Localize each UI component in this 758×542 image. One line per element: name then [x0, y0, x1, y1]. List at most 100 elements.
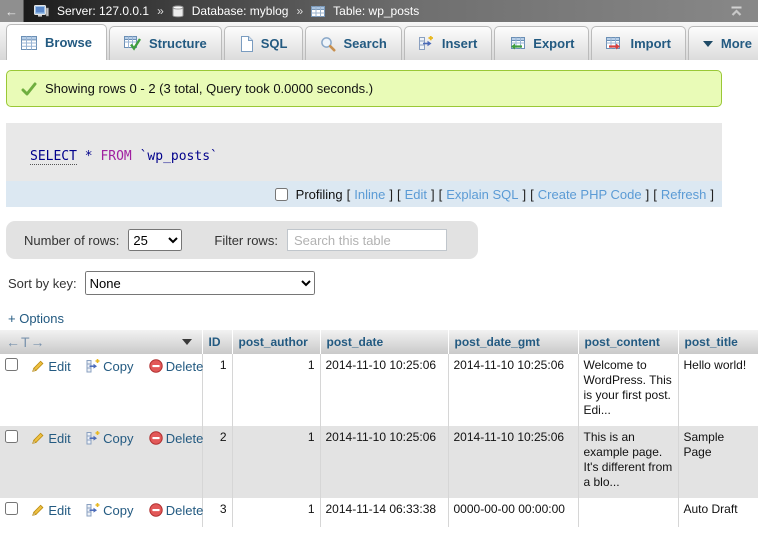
column-header-post-content[interactable]: post_content — [578, 330, 678, 354]
inline-link[interactable]: Inline — [354, 187, 385, 202]
cell-post-date-gmt: 2014-11-10 10:25:06 — [448, 354, 578, 426]
cell-post-content — [578, 498, 678, 527]
delete-row-icon — [149, 503, 163, 517]
edit-query-link[interactable]: Edit — [405, 187, 427, 202]
bracket: [ — [439, 187, 443, 202]
cell-post-date: 2014-11-14 06:33:38 — [320, 498, 448, 527]
tab-label: SQL — [261, 36, 288, 51]
tab-structure[interactable]: Structure — [109, 26, 222, 60]
create-php-code-link[interactable]: Create PHP Code — [538, 187, 642, 202]
phpmyadmin-browse-page: ← Server: 127.0.0.1 » Database: myblog »… — [0, 0, 758, 542]
edit-pencil-icon — [31, 359, 45, 373]
cell-post-author: 1 — [232, 426, 320, 498]
bracket: ] — [431, 187, 435, 202]
table-nav-icon[interactable]: ←T→ — [6, 334, 46, 350]
cell-post-content: This is an example page. It's different … — [578, 426, 678, 498]
tab-more[interactable]: More — [688, 26, 758, 60]
breadcrumb-bar: ← Server: 127.0.0.1 » Database: myblog »… — [0, 0, 758, 22]
sort-by-key-label: Sort by key: — [8, 276, 77, 291]
tab-label: Export — [533, 36, 574, 51]
tab-label: Insert — [442, 36, 477, 51]
cell-post-date: 2014-11-10 10:25:06 — [320, 426, 448, 498]
number-of-rows-label: Number of rows: — [24, 233, 119, 248]
chevron-down-icon — [703, 41, 713, 47]
bracket: [ — [397, 187, 401, 202]
row-checkbox[interactable] — [5, 430, 18, 443]
sql-panel: SELECT * FROM `wp_posts` Profiling [ Inl… — [6, 123, 722, 207]
column-header-id[interactable]: ID — [202, 330, 232, 354]
status-message: Showing rows 0 - 2 (3 total, Query took … — [6, 70, 722, 107]
sql-from-glyph: FROM — [100, 149, 131, 164]
left-arrow-icon: ← — [5, 4, 18, 19]
cell-post-title: Auto Draft — [678, 498, 758, 527]
row-checkbox[interactable] — [5, 358, 18, 371]
tab-label: More — [721, 36, 752, 51]
edit-row-link[interactable]: Edit — [48, 359, 70, 374]
cell-post-date-gmt: 0000-00-00 00:00:00 — [448, 498, 578, 527]
edit-row-link[interactable]: Edit — [48, 431, 70, 446]
tab-import[interactable]: Import — [591, 26, 685, 60]
tab-insert[interactable]: Insert — [404, 26, 492, 60]
sql-star-glyph: * — [85, 149, 93, 164]
cell-post-content: Welcome to WordPress. This is your first… — [578, 354, 678, 426]
query-options-bar: Profiling [ Inline ] [ Edit ] [ Explain … — [6, 181, 722, 207]
tab-label: Import — [630, 36, 670, 51]
browse-icon — [21, 36, 37, 50]
column-header-post-date[interactable]: post_date — [320, 330, 448, 354]
delete-row-link[interactable]: Delete — [166, 503, 204, 518]
column-header-actions: ←T→ — [0, 330, 202, 354]
column-header-post-date-gmt[interactable]: post_date_gmt — [448, 330, 578, 354]
database-icon — [172, 5, 184, 18]
tab-sql[interactable]: SQL — [224, 26, 303, 60]
tab-label: Search — [344, 36, 387, 51]
cell-post-author: 1 — [232, 354, 320, 426]
column-header-post-author[interactable]: post_author — [232, 330, 320, 354]
delete-row-link[interactable]: Delete — [166, 359, 204, 374]
cell-post-author: 1 — [232, 498, 320, 527]
breadcrumb-separator: » — [296, 4, 303, 18]
breadcrumb-database[interactable]: Database: myblog — [192, 4, 289, 18]
breadcrumb-table[interactable]: Table: wp_posts — [333, 4, 419, 18]
sql-query: SELECT * FROM `wp_posts` — [6, 123, 722, 181]
bracket: ] — [710, 187, 714, 202]
sort-by-key-row: Sort by key: None — [8, 271, 758, 295]
sort-by-key-select[interactable]: None — [85, 271, 315, 295]
options-toggle-link[interactable]: + Options — [8, 311, 64, 327]
breadcrumb: Server: 127.0.0.1 » Database: myblog » T… — [34, 4, 419, 18]
success-check-icon — [21, 82, 37, 96]
status-message-text: Showing rows 0 - 2 (3 total, Query took … — [45, 81, 373, 96]
edit-row-link[interactable]: Edit — [48, 503, 70, 518]
column-actions-dropdown-icon[interactable] — [182, 339, 192, 345]
tab-export[interactable]: Export — [494, 26, 589, 60]
tab-search[interactable]: Search — [305, 26, 402, 60]
delete-row-link[interactable]: Delete — [166, 431, 204, 446]
insert-icon — [419, 36, 434, 51]
profiling-checkbox[interactable] — [275, 188, 288, 201]
sql-icon — [239, 36, 253, 52]
number-of-rows-select[interactable]: 25 — [128, 229, 182, 251]
refresh-link[interactable]: Refresh — [661, 187, 707, 202]
tab-browse[interactable]: Browse — [6, 24, 107, 60]
bracket: [ — [653, 187, 657, 202]
row-checkbox[interactable] — [5, 502, 18, 515]
rows-filter-bar: Number of rows: 25 Filter rows: — [6, 221, 478, 259]
bracket: [ — [347, 187, 351, 202]
cell-post-title: Hello world! — [678, 354, 758, 426]
copy-row-link[interactable]: Copy — [103, 503, 133, 518]
delete-row-icon — [149, 359, 163, 373]
back-button[interactable]: ← — [0, 0, 24, 22]
filter-rows-input[interactable] — [287, 229, 447, 251]
header-row: ←T→ ID post_author post_date post_date_g… — [0, 330, 758, 354]
explain-sql-link[interactable]: Explain SQL — [446, 187, 518, 202]
column-header-post-title[interactable]: post_title — [678, 330, 758, 354]
copy-row-link[interactable]: Copy — [103, 431, 133, 446]
collapse-panel-icon[interactable] — [729, 6, 744, 17]
cell-post-date-gmt: 2014-11-10 10:25:06 — [448, 426, 578, 498]
sql-keyword-select[interactable]: SELECT — [30, 149, 77, 165]
copy-row-link[interactable]: Copy — [103, 359, 133, 374]
breadcrumb-server[interactable]: Server: 127.0.0.1 — [57, 4, 149, 18]
delete-row-icon — [149, 431, 163, 445]
table-icon — [311, 6, 325, 17]
row-actions-cell: Edit Copy Delete — [0, 498, 202, 527]
copy-row-icon — [86, 431, 100, 445]
